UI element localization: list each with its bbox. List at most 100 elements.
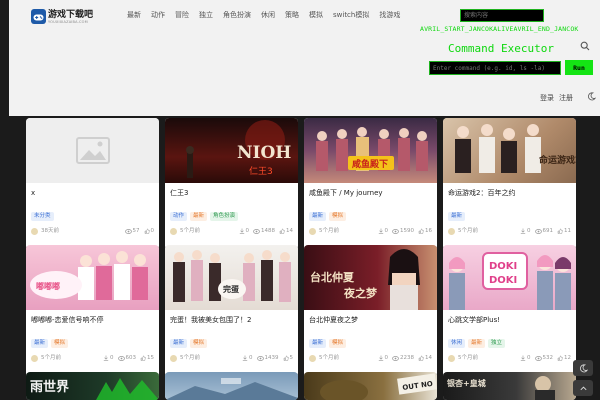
like-count: 16 (418, 227, 432, 235)
nav-item-indie[interactable]: 独立 (199, 11, 213, 20)
gamepad-icon (31, 9, 46, 24)
svg-text:完蛋: 完蛋 (223, 284, 239, 294)
site-logo[interactable]: 游戏下载吧 YOUXIXIAZAIBA.COM (31, 8, 105, 25)
game-card[interactable]: 嘟嘟嘟 嘟嘟嘟-恋爱信号响不停 最新 模拟 5个月前 0 603 15 (26, 245, 159, 377)
command-executor-title: Command Executor (448, 42, 554, 55)
category-tag[interactable]: 动作 (170, 212, 188, 221)
game-card[interactable]: 银杏+皇城 (443, 372, 576, 400)
image-placeholder-icon (76, 137, 110, 164)
card-thumbnail[interactable]: OUT NO (304, 372, 437, 400)
category-tag[interactable]: 最新 (309, 339, 327, 348)
category-tag[interactable]: 模拟 (329, 212, 347, 221)
category-tag[interactable]: 未分类 (31, 212, 54, 221)
avatar (448, 354, 455, 362)
game-card[interactable]: 命运游戏2 命运游戏2：百年之约 最新 5个月前 0 691 11 (443, 118, 576, 250)
card-title[interactable]: 心跳文学部Plus! (448, 316, 570, 325)
download-count: 0 (520, 354, 531, 362)
card-thumbnail[interactable] (165, 372, 298, 400)
category-tag[interactable]: 最新 (31, 339, 49, 348)
like-count: 11 (557, 227, 571, 235)
eye-icon (256, 355, 264, 361)
view-count: 57 (124, 227, 140, 235)
nav-item-latest[interactable]: 最新 (127, 11, 141, 20)
game-card[interactable]: DOKI DOKI 心跳文学部Plus! 休闲 最新 独立 5个月前 0 532 … (443, 245, 576, 377)
view-count: 1488 (253, 227, 275, 235)
cover-art-xianyu: 咸鱼殿下 (316, 127, 428, 171)
card-title[interactable]: 台北仲夏夜之梦 (309, 316, 431, 325)
svg-text:台北仲夏: 台北仲夏 (310, 270, 355, 284)
svg-text:夜之梦: 夜之梦 (343, 286, 378, 300)
card-thumbnail[interactable]: 雨世界 (26, 372, 159, 400)
thumbs-up-icon (144, 228, 150, 234)
card-title[interactable]: x (31, 189, 153, 198)
run-button[interactable]: Run (565, 60, 593, 75)
command-input[interactable] (429, 61, 561, 75)
nav-item-switch[interactable]: switch模拟 (333, 11, 369, 20)
moon-icon[interactable] (587, 92, 596, 101)
svg-text:DOKI: DOKI (489, 275, 517, 286)
like-count: 14 (418, 354, 432, 362)
game-card[interactable]: 完蛋 完蛋！我被美女包围了！2 最新 模拟 5个月前 0 1439 5 (165, 245, 298, 377)
game-card[interactable]: 咸鱼殿下 咸鱼殿下 / My journey 最新 模拟 5个月前 0 1590… (304, 118, 437, 250)
register-link[interactable]: 注册 (559, 93, 573, 103)
game-card[interactable] (165, 372, 298, 400)
nav-item-adventure[interactable]: 冒险 (175, 11, 189, 20)
card-thumbnail[interactable]: 台北仲夏夜之梦 (304, 245, 437, 310)
game-card[interactable]: 台北仲夏 夜之梦 台北仲夏夜之梦 最新 模拟 5个月前 0 2238 14 (304, 245, 437, 377)
site-header: 游戏下载吧 YOUXIXIAZAIBA.COM 最新 动作 冒险 独立 角色扮演… (9, 0, 600, 116)
card-thumbnail[interactable]: 咸鱼殿下 (304, 118, 437, 183)
card-thumbnail[interactable]: NIOH 仁王3 (165, 118, 298, 183)
card-thumbnail[interactable] (26, 118, 159, 183)
search-icon[interactable] (580, 41, 590, 51)
back-to-top-button[interactable] (573, 380, 593, 396)
post-date: 5个月前 (319, 228, 339, 234)
moon-icon (579, 363, 588, 372)
thumbs-up-icon (557, 228, 563, 234)
card-title[interactable]: 嘟嘟嘟-恋爱信号响不停 (31, 316, 153, 325)
like-count: 12 (557, 354, 571, 362)
nav-item-casual[interactable]: 休闲 (261, 11, 275, 20)
card-thumbnail[interactable]: 嘟嘟嘟 (26, 245, 159, 310)
card-thumbnail[interactable]: 银杏+皇城 (443, 372, 576, 400)
card-title[interactable]: 咸鱼殿下 / My journey (309, 189, 431, 198)
avatar (170, 227, 177, 235)
search-input[interactable] (460, 9, 544, 22)
category-tag[interactable]: 模拟 (329, 339, 347, 348)
category-tag[interactable]: 独立 (488, 339, 506, 348)
nav-item-find-game[interactable]: 找游戏 (379, 11, 400, 20)
game-card[interactable]: x 未分类 38天前 57 0 (26, 118, 159, 250)
category-tag[interactable]: 最新 (170, 339, 188, 348)
thumbs-up-icon (418, 355, 424, 361)
login-link[interactable]: 登录 (540, 93, 554, 103)
category-tag[interactable]: 最新 (190, 212, 208, 221)
category-tag[interactable]: 最新 (309, 212, 327, 221)
svg-text:NIOH: NIOH (237, 143, 291, 163)
nav-item-action[interactable]: 动作 (151, 11, 165, 20)
category-tag[interactable]: 角色扮演 (210, 212, 239, 221)
view-count: 1590 (392, 227, 414, 235)
nav-item-simulation[interactable]: 模拟 (309, 11, 323, 20)
category-tag[interactable]: 休闲 (448, 339, 466, 348)
cover-art-nioh: NIOH 仁王3 (186, 120, 291, 178)
game-card[interactable]: OUT NO (304, 372, 437, 400)
category-tag[interactable]: 模拟 (190, 339, 208, 348)
svg-text:咸鱼殿下: 咸鱼殿下 (352, 158, 388, 170)
game-card[interactable]: 雨世界 (26, 372, 159, 400)
card-title[interactable]: 仁王3 (170, 189, 292, 198)
thumbs-up-icon (279, 228, 285, 234)
category-tag[interactable]: 模拟 (51, 339, 69, 348)
card-thumbnail[interactable]: DOKI DOKI (443, 245, 576, 310)
nav-item-rpg[interactable]: 角色扮演 (223, 11, 251, 20)
theme-toggle-button[interactable] (573, 360, 593, 376)
card-thumbnail[interactable]: 完蛋 (165, 245, 298, 310)
game-card[interactable]: NIOH 仁王3 仁王3 动作 最新 角色扮演 5个月前 0 1488 14 (165, 118, 298, 250)
like-count: 0 (144, 227, 154, 235)
card-thumbnail[interactable]: 命运游戏2 (443, 118, 576, 183)
nav-item-strategy[interactable]: 策略 (285, 11, 299, 20)
card-title[interactable]: 命运游戏2：百年之约 (448, 189, 570, 198)
category-tag[interactable]: 最新 (448, 212, 466, 221)
download-icon (103, 355, 109, 361)
card-title[interactable]: 完蛋！我被美女包围了！2 (170, 316, 292, 325)
category-tag[interactable]: 最新 (468, 339, 486, 348)
download-icon (520, 228, 526, 234)
